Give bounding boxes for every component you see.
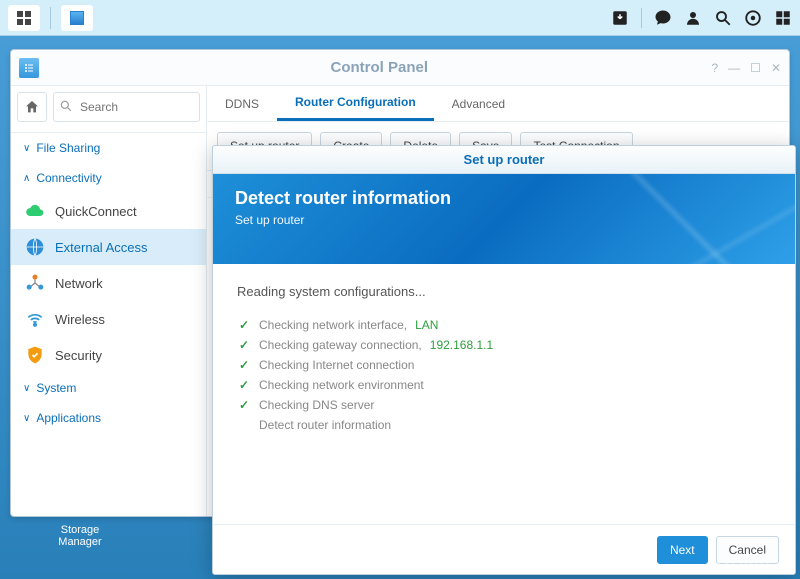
main-menu-button[interactable]	[8, 5, 40, 31]
sidebar-item-wireless[interactable]: Wireless	[11, 301, 206, 337]
dialog-title[interactable]: Set up router	[213, 146, 795, 174]
cloud-icon	[25, 201, 45, 221]
check-label: Checking DNS server	[259, 398, 374, 412]
shield-icon	[25, 345, 45, 365]
section-connectivity[interactable]: ∧ Connectivity	[11, 163, 206, 193]
check-label: Checking network interface,	[259, 318, 407, 332]
dialog-subheading: Set up router	[235, 213, 773, 227]
check-label: Checking gateway connection,	[259, 338, 422, 352]
tabs: DDNS Router Configuration Advanced	[207, 86, 789, 122]
search-input[interactable]	[53, 92, 200, 122]
tab-router-configuration[interactable]: Router Configuration	[277, 86, 434, 121]
apps-grid-icon	[17, 11, 31, 25]
sidebar-item-label: QuickConnect	[55, 204, 137, 219]
check-item: ✓ Checking gateway connection, 192.168.1.…	[237, 335, 771, 355]
watermark: DSM5.2	[717, 550, 788, 571]
chevron-down-icon: ∨	[23, 413, 30, 424]
check-ok-icon: ✓	[237, 378, 251, 392]
search-icon[interactable]	[714, 9, 732, 27]
section-applications[interactable]: ∨ Applications	[11, 403, 206, 433]
section-file-sharing[interactable]: ∨ File Sharing	[11, 133, 206, 163]
wifi-icon	[25, 309, 45, 329]
divider	[50, 7, 51, 29]
check-item: ✓ Checking Internet connection	[237, 355, 771, 375]
section-label: Connectivity	[36, 171, 101, 185]
check-ok-icon: ✓	[237, 398, 251, 412]
home-button[interactable]	[17, 92, 47, 122]
sidebar-item-network[interactable]: Network	[11, 265, 206, 301]
sidebar-item-label: Network	[55, 276, 103, 291]
widgets-icon[interactable]	[774, 9, 792, 27]
home-icon	[24, 99, 40, 115]
setup-router-dialog: Set up router Detect router information …	[212, 145, 796, 575]
check-list: ✓ Checking network interface, LAN ✓ Checkin…	[237, 315, 771, 435]
dialog-footer: Next Cancel	[213, 524, 795, 574]
check-item: ✓ Checking network interface, LAN	[237, 315, 771, 335]
divider	[641, 8, 642, 28]
desktop-icon-label: Manager	[50, 536, 110, 548]
sidebar-item-security[interactable]: Security	[11, 337, 206, 373]
desktop-icon-label: Storage	[50, 524, 110, 536]
desktop-icon-storage-manager[interactable]: Storage Manager	[50, 524, 110, 548]
window-icon	[70, 11, 84, 25]
check-label: Checking network environment	[259, 378, 424, 392]
search-icon	[59, 99, 73, 113]
check-label: Checking Internet connection	[259, 358, 414, 372]
sidebar-item-quickconnect[interactable]: QuickConnect	[11, 193, 206, 229]
taskbar-app-controlpanel[interactable]	[61, 5, 93, 31]
status-text: Reading system configurations...	[237, 284, 771, 299]
download-icon[interactable]	[611, 9, 629, 27]
section-label: File Sharing	[36, 141, 100, 155]
section-label: System	[36, 381, 76, 395]
top-taskbar	[0, 0, 800, 36]
check-ok-icon: ✓	[237, 338, 251, 352]
check-item: Detect router information	[237, 415, 771, 435]
check-label: Detect router information	[259, 418, 391, 432]
check-value: LAN	[415, 318, 438, 332]
sidebar-item-label: External Access	[55, 240, 148, 255]
window-title: Control Panel	[47, 59, 711, 76]
dialog-heading: Detect router information	[235, 188, 773, 209]
pilot-icon[interactable]	[744, 9, 762, 27]
check-value: 192.168.1.1	[430, 338, 493, 352]
chevron-down-icon: ∨	[23, 383, 30, 394]
globe-icon	[25, 237, 45, 257]
section-system[interactable]: ∨ System	[11, 373, 206, 403]
section-label: Applications	[36, 411, 101, 425]
control-panel-icon	[19, 58, 39, 78]
window-titlebar[interactable]: Control Panel ? — ☐ ✕	[11, 50, 789, 86]
sidebar: ∨ File Sharing ∧ Connectivity QuickConnect…	[11, 86, 207, 516]
check-item: ✓ Checking network environment	[237, 375, 771, 395]
dialog-body: Reading system configurations... ✓ Checki…	[213, 264, 795, 524]
network-icon	[25, 273, 45, 293]
check-pending-icon	[237, 418, 251, 432]
chevron-down-icon: ∨	[23, 143, 30, 154]
sidebar-item-label: Wireless	[55, 312, 105, 327]
close-button[interactable]: ✕	[771, 61, 781, 75]
user-icon[interactable]	[684, 9, 702, 27]
tab-ddns[interactable]: DDNS	[207, 86, 277, 121]
sidebar-item-external-access[interactable]: External Access	[11, 229, 206, 265]
minimize-button[interactable]: —	[728, 61, 740, 75]
tab-advanced[interactable]: Advanced	[434, 86, 523, 121]
chevron-up-icon: ∧	[23, 173, 30, 184]
next-button[interactable]: Next	[657, 536, 708, 564]
sidebar-item-label: Security	[55, 348, 102, 363]
help-button[interactable]: ?	[711, 61, 718, 75]
chat-icon[interactable]	[654, 9, 672, 27]
dialog-hero: Detect router information Set up router	[213, 174, 795, 264]
check-ok-icon: ✓	[237, 318, 251, 332]
check-ok-icon: ✓	[237, 358, 251, 372]
maximize-button[interactable]: ☐	[750, 61, 761, 75]
check-item: ✓ Checking DNS server	[237, 395, 771, 415]
